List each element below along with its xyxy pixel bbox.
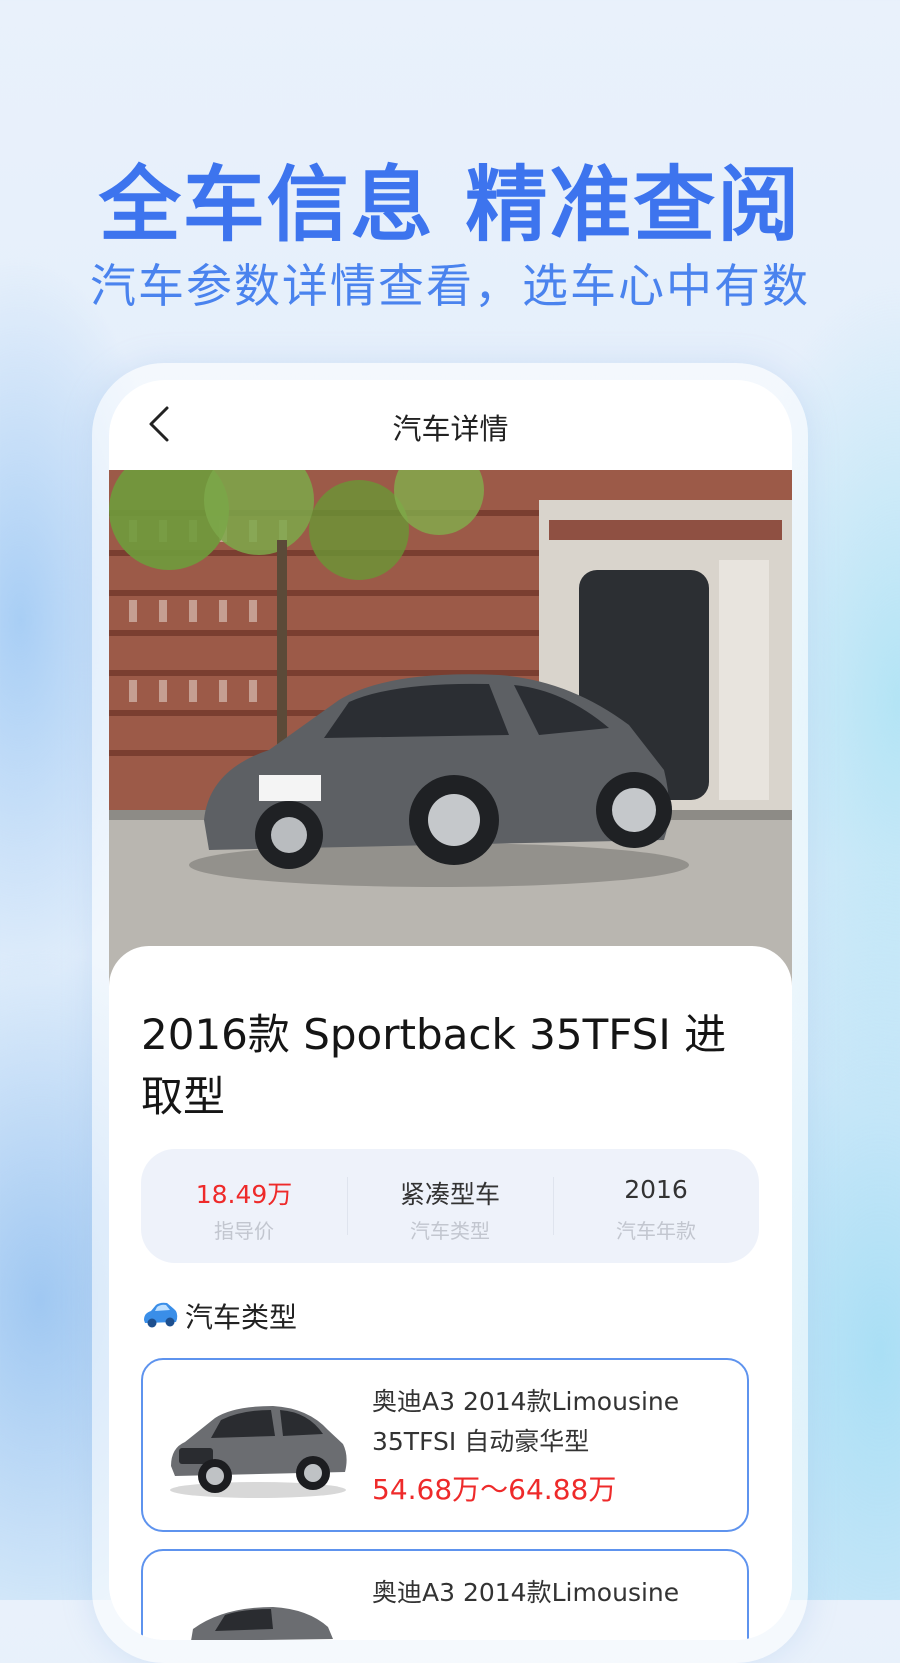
car-hero-image — [109, 470, 792, 990]
stat-label: 汽车年款 — [616, 1219, 696, 1243]
related-car-price: 54.68万～64.88万 — [372, 1473, 617, 1506]
promo-subline: 汽车参数详情查看，选车心中有数 — [90, 259, 810, 313]
car-title: 2016款 Sportback 35TFSI 进取型 — [141, 1010, 727, 1121]
stat-label: 汽车类型 — [410, 1219, 490, 1243]
phone-screen: 汽车详情 2016款 Sportback 35TFSI 进取型 18.49万 指… — [109, 380, 792, 1640]
stat-value: 2016 — [624, 1175, 688, 1204]
promo-headline: 全车信息 精准查阅 — [98, 158, 802, 253]
car-stats-bar: 18.49万 指导价 紧凑型车 汽车类型 2016 汽车年款 — [141, 1149, 759, 1263]
stat-car-type: 紧凑型车 汽车类型 — [347, 1149, 553, 1263]
related-car-card[interactable]: 奥迪A3 2014款Limousine 35TFSI 自动豪华型 54.68万～… — [141, 1358, 749, 1532]
stat-car-year: 2016 汽车年款 — [553, 1149, 759, 1263]
stat-value: 18.49万 — [195, 1180, 293, 1209]
related-car-name: 奥迪A3 2014款Limousine 35TFSI 自动豪华型 — [372, 1387, 680, 1456]
car-icon — [144, 1302, 178, 1328]
stat-value: 紧凑型车 — [399, 1180, 500, 1209]
related-car-name: 奥迪A3 2014款Limousine — [372, 1578, 680, 1607]
stat-label: 指导价 — [214, 1219, 274, 1243]
related-car-card[interactable]: 奥迪A3 2014款Limousine — [141, 1549, 749, 1640]
detail-sheet: 2016款 Sportback 35TFSI 进取型 18.49万 指导价 紧凑… — [109, 946, 792, 1640]
stat-guide-price: 18.49万 指导价 — [141, 1149, 347, 1263]
nav-bar: 汽车详情 — [109, 380, 792, 470]
page-title: 汽车详情 — [392, 412, 509, 446]
section-title: 汽车类型 — [185, 1301, 298, 1334]
car-thumbnail — [170, 1406, 347, 1498]
car-thumbnail — [191, 1607, 333, 1640]
